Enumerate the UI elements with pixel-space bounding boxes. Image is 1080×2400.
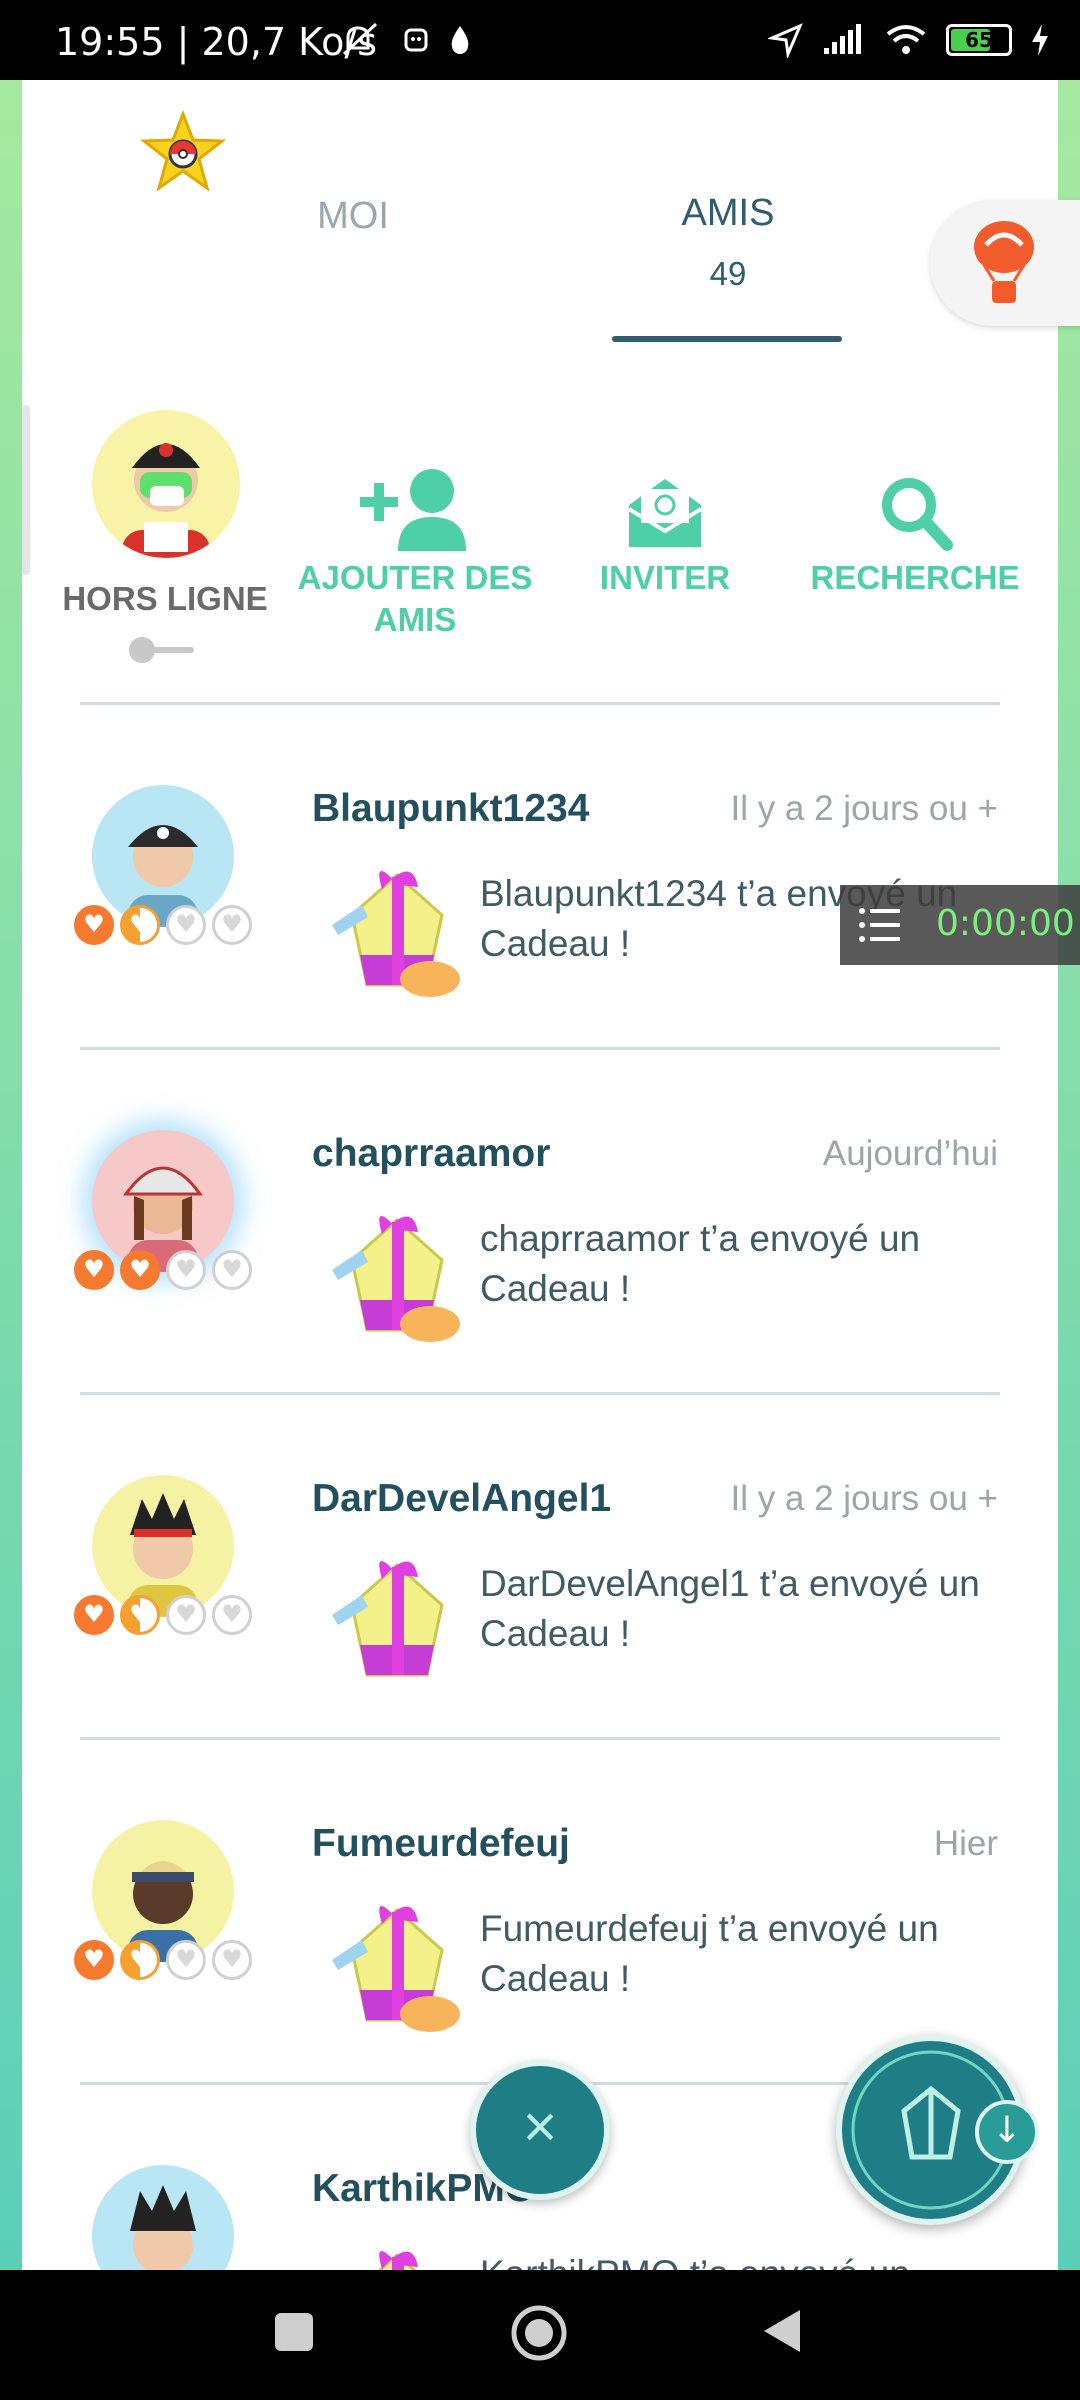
friend-message: DarDevelAngel1 t’a envoyé un Cadeau ! [480,1563,980,1654]
wifi-icon [886,25,926,54]
status-left-icons [340,22,472,58]
friend-name: Blaupunkt1234 [312,787,590,830]
gift-icon [332,1560,444,1677]
friend-message: Fumeurdefeuj t’a envoyé un Cadeau ! [480,1908,939,1999]
invite-label: INVITER [599,559,731,596]
add-friends-button[interactable]: AJOUTER DES AMIS [290,465,540,641]
heart-icon [166,1940,206,1980]
friend-name: Fumeurdefeuj [312,1822,570,1865]
battery-level: 65 [965,28,993,52]
divider [80,1392,1000,1395]
friendship-hearts [74,905,252,945]
star-pokeball-icon[interactable] [140,110,226,196]
close-button[interactable]: × [470,2060,610,2200]
side-handle[interactable] [22,405,30,575]
friend-name: DarDevelAngel1 [312,1477,612,1520]
list-icon [859,908,900,942]
friend-name: chaprraamor [312,1132,551,1175]
battery-icon: 65 [946,24,1012,56]
navigation-bar [0,2270,1080,2400]
friend-row[interactable]: DarDevelAngel1 Il y a 2 jours ou + DarDe… [22,1435,1058,1775]
mute-icon [342,22,378,56]
divider [80,1047,1000,1050]
heart-icon [120,905,160,945]
envelope-icon [627,479,703,547]
heart-icon [120,1250,160,1290]
heart-icon [74,905,114,945]
add-friend-icon [360,469,466,551]
heart-icon [74,1595,114,1635]
heart-icon [166,1595,206,1635]
friend-last-seen: Il y a 2 jours ou + [730,1479,998,1518]
friendship-hearts [74,1250,252,1290]
heart-icon [120,1595,160,1635]
close-icon: × [522,2093,558,2160]
recorder-timer: 0:00:00 [936,903,1075,944]
friendship-hearts [74,1940,252,1980]
gift-icon [332,1215,460,1342]
friend-message: chaprraamor t’a envoyé un Cadeau ! [480,1218,921,1309]
heart-icon [74,1940,114,1980]
heart-icon [166,1250,206,1290]
divider [80,702,1000,705]
friend-row[interactable]: chaprraamor Aujourd’hui chaprraamor t’a … [22,1090,1058,1430]
tab-friends[interactable]: AMIS [578,192,878,235]
location-icon [768,23,803,58]
heart-icon [74,1250,114,1290]
gift-icon [332,870,460,997]
friend-avatar[interactable] [92,2165,234,2270]
sort-down-button[interactable]: ↓ [975,2100,1039,2164]
heart-icon [120,1940,160,1980]
invite-button[interactable]: INVITER [580,475,750,599]
my-avatar[interactable] [92,410,240,558]
active-tab-indicator [612,336,842,342]
rocket-balloon-icon [974,221,1034,303]
friend-last-seen: Il y a 2 jours ou + [730,789,998,828]
robot-icon [404,28,428,52]
friendship-hearts [74,1595,252,1635]
home-icon[interactable] [510,2304,568,2362]
heart-icon [212,1940,252,1980]
trainer-avatar-icon [130,2185,196,2270]
heart-icon [212,1250,252,1290]
rocket-balloon-button[interactable] [930,200,1080,326]
online-toggle[interactable] [128,636,198,664]
friend-message: KarthikPMO t’a envoyé un Cadeau ! [480,2249,1000,2270]
drop-icon [451,26,469,54]
search-button[interactable]: RECHERCHE [800,475,1030,599]
trainer-avatar-icon [122,443,210,558]
online-status-label: HORS LIGNE [62,580,268,617]
gift-icon [377,2250,418,2270]
signal-icon [824,24,861,54]
friend-last-seen: Hier [933,1824,998,1863]
charging-icon [1032,24,1048,56]
status-right-icons: 65 [768,22,1050,58]
add-friends-label: AJOUTER DES AMIS [297,559,533,638]
status-bar: 19:55 | 20,7 Ko/s 65 [0,0,1080,80]
back-icon[interactable] [760,2306,804,2356]
gift-icon [332,1905,460,2032]
heart-icon [166,905,206,945]
recent-apps-icon[interactable] [272,2310,316,2354]
status-time-speed: 19:55 | 20,7 Ko/s [55,20,378,64]
divider [80,1737,1000,1740]
friend-last-seen: Aujourd’hui [822,1134,998,1173]
heart-icon [212,905,252,945]
arrow-down-icon: ↓ [991,2110,1023,2151]
search-label: RECHERCHE [810,559,1020,596]
friends-count: 49 [709,255,747,292]
heart-icon [212,1595,252,1635]
screen-recorder-overlay[interactable]: 0:00:00 [840,885,1080,965]
tab-me[interactable]: MOI [203,195,503,238]
search-icon [882,478,953,551]
